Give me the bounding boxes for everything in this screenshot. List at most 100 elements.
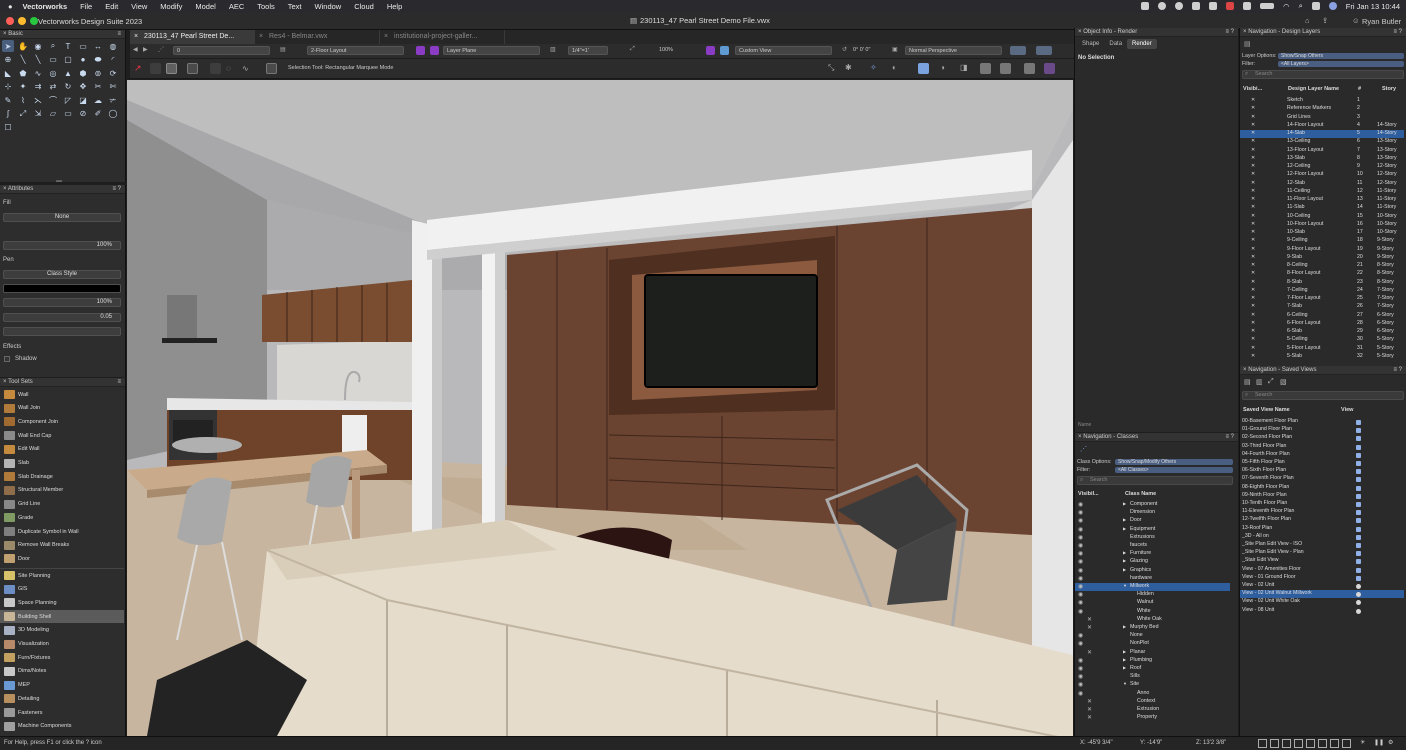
- interactive-scaling-icon[interactable]: [150, 63, 161, 74]
- visibility-x-icon[interactable]: ✕: [1251, 345, 1255, 351]
- visible-eye-icon[interactable]: ◉: [1078, 501, 1083, 508]
- connect-icon[interactable]: ⋋: [32, 94, 44, 106]
- class-row[interactable]: ◉ ▶ Furniture: [1075, 550, 1230, 558]
- saved-view-row[interactable]: 01-Ground Floor Plan: [1240, 426, 1404, 434]
- saved-view-search-input[interactable]: Search: [1242, 391, 1404, 400]
- rotate-mode-icon[interactable]: ↗: [134, 63, 145, 74]
- cloud-icon[interactable]: [1158, 2, 1167, 10]
- visibility-x-icon[interactable]: ✕: [1251, 97, 1255, 103]
- class-row[interactable]: ◉ ▶ Graphics: [1075, 567, 1230, 575]
- visibility-x-icon[interactable]: ✕: [1251, 114, 1255, 120]
- tool-set-item[interactable]: 3D Modeling: [0, 624, 124, 637]
- scale-icon[interactable]: ▥: [550, 46, 556, 53]
- class-row[interactable]: ◉ ▼ Millwork: [1075, 583, 1230, 592]
- expand-arrow-icon[interactable]: ▶: [1123, 501, 1126, 506]
- polygon-tool-icon[interactable]: ⬟: [17, 67, 29, 79]
- visible-eye-icon[interactable]: ◉: [1078, 608, 1083, 615]
- layer-edit-icon[interactable]: ▤: [1244, 40, 1251, 48]
- visible-eye-icon[interactable]: ◉: [1078, 657, 1083, 664]
- view-indicator-icon[interactable]: [1356, 477, 1361, 483]
- layer-row[interactable]: ✕ 9-Slab 20 9-Story: [1240, 254, 1404, 262]
- fillet-icon[interactable]: ⌒: [47, 94, 59, 106]
- visible-eye-icon[interactable]: ◉: [1078, 558, 1083, 565]
- menu-edit[interactable]: Edit: [105, 2, 118, 11]
- clip-icon[interactable]: ◪: [77, 94, 89, 106]
- fill-opacity[interactable]: 100%: [3, 241, 121, 250]
- layer-row[interactable]: ✕ 7-Slab 26 7-Story: [1240, 303, 1404, 311]
- rectangle-tool-icon[interactable]: ▭: [47, 54, 59, 66]
- view-icon[interactable]: [720, 46, 729, 55]
- layer-row[interactable]: ✕ 6-Ceiling 27 6-Story: [1240, 312, 1404, 320]
- saved-view-row[interactable]: View - 02 Unit Walnut Millwork: [1240, 590, 1404, 599]
- snap-object-icon[interactable]: [1270, 739, 1279, 748]
- visibility-x-icon[interactable]: ✕: [1251, 221, 1255, 227]
- snap-distance-icon[interactable]: [1306, 739, 1315, 748]
- renderworks-camera-icon[interactable]: ◨: [960, 63, 968, 72]
- battery-icon[interactable]: [1260, 3, 1275, 9]
- layer-row[interactable]: ✕ 14-Floor Layout 4 14-Story: [1240, 122, 1404, 130]
- pen-opacity[interactable]: 100%: [3, 298, 121, 307]
- layer-row[interactable]: ✕ 11-Ceiling 12 11-Story: [1240, 188, 1404, 196]
- menu-app-name[interactable]: Vectorworks: [23, 2, 68, 11]
- projection-select[interactable]: Normal Perspective: [905, 46, 1002, 55]
- palette-menu-icon[interactable]: ≡: [117, 379, 121, 385]
- saved-view-row[interactable]: 06-Sixth Floor Plan: [1240, 467, 1404, 475]
- saved-view-row[interactable]: 08-Eighth Floor Plan: [1240, 484, 1404, 492]
- close-icon[interactable]: ×: [1243, 367, 1247, 373]
- user-name[interactable]: Ryan Butler: [1362, 17, 1401, 26]
- shadow-checkbox[interactable]: [4, 356, 10, 362]
- close-tab-icon[interactable]: ×: [259, 33, 263, 40]
- saved-view-row[interactable]: 00-Basement Floor Plan: [1240, 418, 1404, 426]
- snap-angle-icon[interactable]: [1282, 739, 1291, 748]
- visibility-x-icon[interactable]: ✕: [1251, 336, 1255, 342]
- text-tool-icon[interactable]: T: [62, 40, 74, 52]
- visibility-x-icon[interactable]: ✕: [1251, 122, 1255, 128]
- class-row[interactable]: ◉ NonPlot: [1075, 640, 1230, 648]
- expand-arrow-icon[interactable]: ▶: [1123, 657, 1126, 662]
- visible-eye-icon[interactable]: ◉: [1078, 673, 1083, 680]
- saved-view-row[interactable]: _Site Plan Edit View - Plan: [1240, 549, 1404, 557]
- collapse-arrow-icon[interactable]: ▼: [1123, 681, 1127, 686]
- screen-plane-icon[interactable]: [1024, 63, 1035, 74]
- rotation-value[interactable]: 0° 0' 0": [853, 47, 870, 53]
- menu-modify[interactable]: Modify: [160, 2, 182, 11]
- expand-arrow-icon[interactable]: ▶: [1123, 550, 1126, 555]
- saved-view-row[interactable]: 09-Ninth Floor Plan: [1240, 492, 1404, 500]
- expand-arrow-icon[interactable]: ▶: [1123, 517, 1126, 522]
- lighting-icon[interactable]: ◐: [892, 63, 897, 72]
- offset-icon[interactable]: ⇉: [32, 81, 44, 93]
- view-indicator-icon[interactable]: [1356, 444, 1361, 450]
- split-icon[interactable]: ✂: [92, 81, 104, 93]
- class-search-input[interactable]: Search: [1077, 476, 1233, 485]
- visible-eye-icon[interactable]: ◉: [1078, 599, 1083, 606]
- class-row[interactable]: ◉ Walnut: [1075, 599, 1230, 607]
- tool-item[interactable]: Remove Wall Breaks: [0, 539, 124, 552]
- saved-view-row[interactable]: 13-Roof Plan: [1240, 525, 1404, 533]
- snap-surface-icon[interactable]: [1342, 739, 1351, 748]
- share-icon[interactable]: ⇪: [1322, 16, 1328, 25]
- saved-view-row[interactable]: _Stair Edit View: [1240, 557, 1404, 565]
- zoom-select[interactable]: 100%: [656, 46, 692, 55]
- menu-help[interactable]: Help: [387, 2, 402, 11]
- spring-icon[interactable]: ⟳: [107, 67, 119, 79]
- visibility-x-icon[interactable]: ✕: [1251, 303, 1255, 309]
- view-indicator-icon[interactable]: [1356, 600, 1361, 606]
- cloud-shape-icon[interactable]: ☁: [92, 94, 104, 106]
- scissor-icon[interactable]: ⊘: [77, 108, 89, 120]
- saved-view-row[interactable]: 02-Second Floor Plan: [1240, 434, 1404, 442]
- layer-row[interactable]: ✕ 13-Ceiling 6 13-Story: [1240, 138, 1404, 146]
- zoom-tool-icon[interactable]: ⌕: [47, 40, 59, 52]
- layer-row[interactable]: ✕ 10-Ceiling 15 10-Story: [1240, 213, 1404, 221]
- tool-item[interactable]: Grid Line: [0, 498, 124, 511]
- class-row[interactable]: ◉ Dimension: [1075, 509, 1230, 517]
- expand-icon[interactable]: ⤢: [1268, 378, 1274, 386]
- siri-icon[interactable]: [1328, 2, 1337, 10]
- pushpull-icon[interactable]: ⇲: [32, 108, 44, 120]
- polygon-marquee-icon[interactable]: [210, 63, 221, 74]
- expand-arrow-icon[interactable]: ▶: [1123, 558, 1126, 563]
- visible-eye-icon[interactable]: ◉: [1078, 583, 1083, 590]
- forward-icon[interactable]: ▶: [143, 46, 148, 53]
- gear-icon[interactable]: ⚙: [1388, 739, 1393, 746]
- zoom-icon[interactable]: ⤢: [630, 46, 635, 53]
- layer-row[interactable]: ✕ 12-Ceiling 9 12-Story: [1240, 163, 1404, 171]
